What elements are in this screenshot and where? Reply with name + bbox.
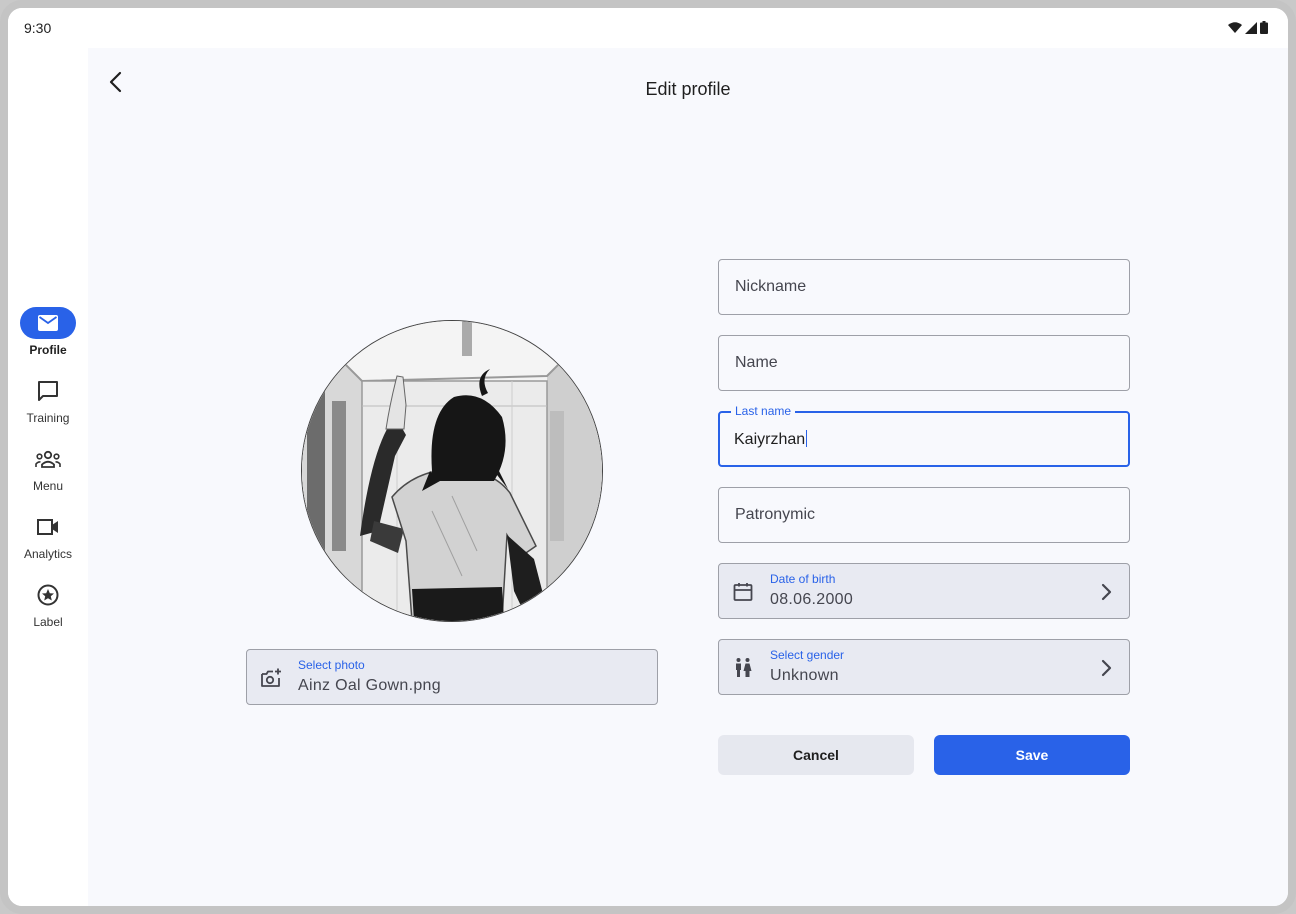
navigation-rail: Profile Training Menu Analytics Label [8,48,88,906]
status-icons [1228,21,1268,34]
chevron-right-icon [1101,659,1112,677]
mail-icon [38,315,58,331]
main-content: Edit profile Select photo Ainz Oal Gown.… [88,48,1288,906]
rail-pill-analytics [20,511,76,543]
rail-pill-menu [20,443,76,475]
rail-label-analytics: Analytics [23,547,73,561]
cancel-button[interactable]: Cancel [718,735,914,775]
last-name-value: Kaiyrzhan [734,430,808,449]
select-gender-label: Select gender [770,648,845,662]
group-icon [35,450,61,468]
avatar-image[interactable] [301,320,603,622]
rail-item-menu[interactable]: Menu [8,443,88,493]
add-photo-icon [261,668,281,687]
rail-label-profile: Profile [29,343,67,357]
nickname-placeholder: Nickname [735,278,807,295]
last-name-label: Last name [731,404,796,418]
select-photo-label: Select photo [298,658,365,672]
text-cursor [806,430,808,447]
page-title: Edit profile [645,79,731,99]
rail-pill-profile [20,307,76,339]
wifi-icon [1228,22,1242,33]
patronymic-field[interactable]: Patronymic [718,487,1130,543]
date-of-birth-label: Date of birth [770,572,836,586]
status-time: 9:30 [24,20,52,36]
nickname-field[interactable]: Nickname [718,259,1130,315]
rail-pill-label [20,579,76,611]
battery-icon [1260,21,1268,34]
rail-item-profile[interactable]: Profile [8,307,88,357]
select-gender-value: Unknown [770,667,839,684]
calendar-icon [733,583,753,601]
rail-label-menu: Menu [32,479,64,493]
videocam-icon [37,519,58,535]
select-photo-value: Ainz Oal Gown.png [298,677,441,694]
last-name-text: Kaiyrzhan [734,431,806,448]
name-placeholder: Name [735,354,778,371]
save-button[interactable]: Save [934,735,1130,775]
signal-icon [1245,21,1257,34]
rail-item-analytics[interactable]: Analytics [8,511,88,561]
date-of-birth-field[interactable]: Date of birth 08.06.2000 [718,563,1130,619]
select-photo-field[interactable]: Select photo Ainz Oal Gown.png [246,649,658,705]
select-gender-field[interactable]: Select gender Unknown [718,639,1130,695]
name-field[interactable]: Name [718,335,1130,391]
status-bar: 9:30 [8,8,1288,48]
rail-item-label[interactable]: Label [8,579,88,629]
avatar-illustration [302,321,602,621]
chat-icon [38,381,58,401]
device-frame: 9:30 Profile Training Menu Analytics Lab… [0,0,1296,914]
patronymic-placeholder: Patronymic [735,506,816,523]
rail-label-training: Training [26,411,70,425]
last-name-field[interactable]: Last name Kaiyrzhan [718,404,1130,467]
rail-item-training[interactable]: Training [8,375,88,425]
wc-icon [736,658,752,677]
date-of-birth-value: 08.06.2000 [770,591,854,608]
rail-pill-training [20,375,76,407]
rail-label-label: Label [33,615,63,629]
chevron-right-icon [1101,583,1112,601]
star-circle-icon [37,584,59,606]
